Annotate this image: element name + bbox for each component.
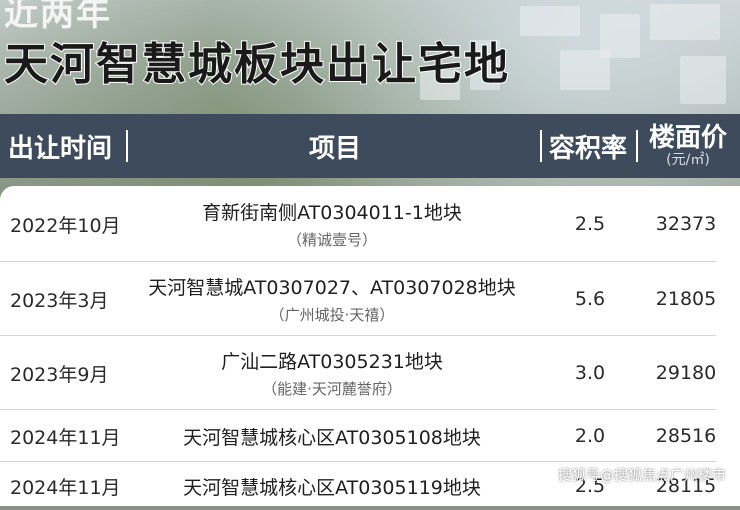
table-row: 2022年10月 育新街南侧AT0304011-1地块 （精诚壹号） 2.5 3… xyxy=(0,186,740,262)
cell-date: 2024年11月 xyxy=(10,476,121,499)
cell-far: 2.0 xyxy=(574,425,606,447)
header-price-unit: (元/㎡) xyxy=(666,151,710,168)
cell-price: 21805 xyxy=(655,288,717,310)
project-name: 天河智慧城核心区AT0305108地块 xyxy=(183,426,481,449)
header-project: 项目 xyxy=(308,133,361,164)
header-price-label: 楼面价 xyxy=(648,123,727,153)
cell-price: 32373 xyxy=(655,213,717,235)
cell-project: 育新街南侧AT0304011-1地块 （精诚壹号） xyxy=(132,186,532,262)
cell-far: 2.5 xyxy=(574,213,606,235)
header-divider xyxy=(540,130,542,162)
cell-project: 天河智慧城核心区AT0305119地块 xyxy=(132,462,532,510)
cell-far: 5.6 xyxy=(574,288,606,310)
project-name: 广汕二路AT0305231地块 xyxy=(221,351,443,373)
headline-title: 天河智慧城板块出让宅地 xyxy=(3,38,510,91)
cell-price: 29180 xyxy=(655,362,717,384)
header-divider xyxy=(126,130,128,162)
cell-far: 3.0 xyxy=(574,362,606,384)
cell-date: 2022年10月 xyxy=(10,214,121,237)
table-body: 2022年10月 育新街南侧AT0304011-1地块 （精诚壹号） 2.5 3… xyxy=(0,186,740,506)
cell-project: 天河智慧城核心区AT0305108地块 xyxy=(132,410,532,462)
cell-date: 2023年3月 xyxy=(10,289,109,312)
project-name: 天河智慧城核心区AT0305119地块 xyxy=(183,476,481,499)
table-header: 出让时间 项目 容积率 楼面价 (元/㎡) xyxy=(0,114,740,178)
table-row: 2024年11月 天河智慧城核心区AT0305108地块 2.0 28516 xyxy=(0,410,740,462)
watermark: 搜狐号@搜狐焦点广州楼市 xyxy=(558,468,726,484)
project-developer: （广州城投·天禧） xyxy=(269,306,395,324)
header-price: 楼面价 (元/㎡) xyxy=(640,114,736,178)
cell-date: 2023年9月 xyxy=(10,363,109,386)
cell-date: 2024年11月 xyxy=(10,426,121,449)
project-name: 育新街南侧AT0304011-1地块 xyxy=(202,202,462,224)
header-divider xyxy=(636,130,638,162)
table-row: 2023年3月 天河智慧城AT0307027、AT0307028地块 （广州城投… xyxy=(0,262,740,336)
table-row: 2023年9月 广汕二路AT0305231地块 （能建·天河麓誉府） 3.0 2… xyxy=(0,336,740,410)
project-developer: （能建·天河麓誉府） xyxy=(262,380,402,398)
cell-price: 28516 xyxy=(655,425,717,447)
project-developer: （精诚壹号） xyxy=(286,231,377,249)
header-far: 容积率 xyxy=(548,133,627,164)
cell-project: 天河智慧城AT0307027、AT0307028地块 （广州城投·天禧） xyxy=(132,262,532,336)
project-name: 天河智慧城AT0307027、AT0307028地块 xyxy=(148,277,516,299)
header-date: 出让时间 xyxy=(7,133,112,164)
cell-project: 广汕二路AT0305231地块 （能建·天河麓誉府） xyxy=(132,336,532,410)
